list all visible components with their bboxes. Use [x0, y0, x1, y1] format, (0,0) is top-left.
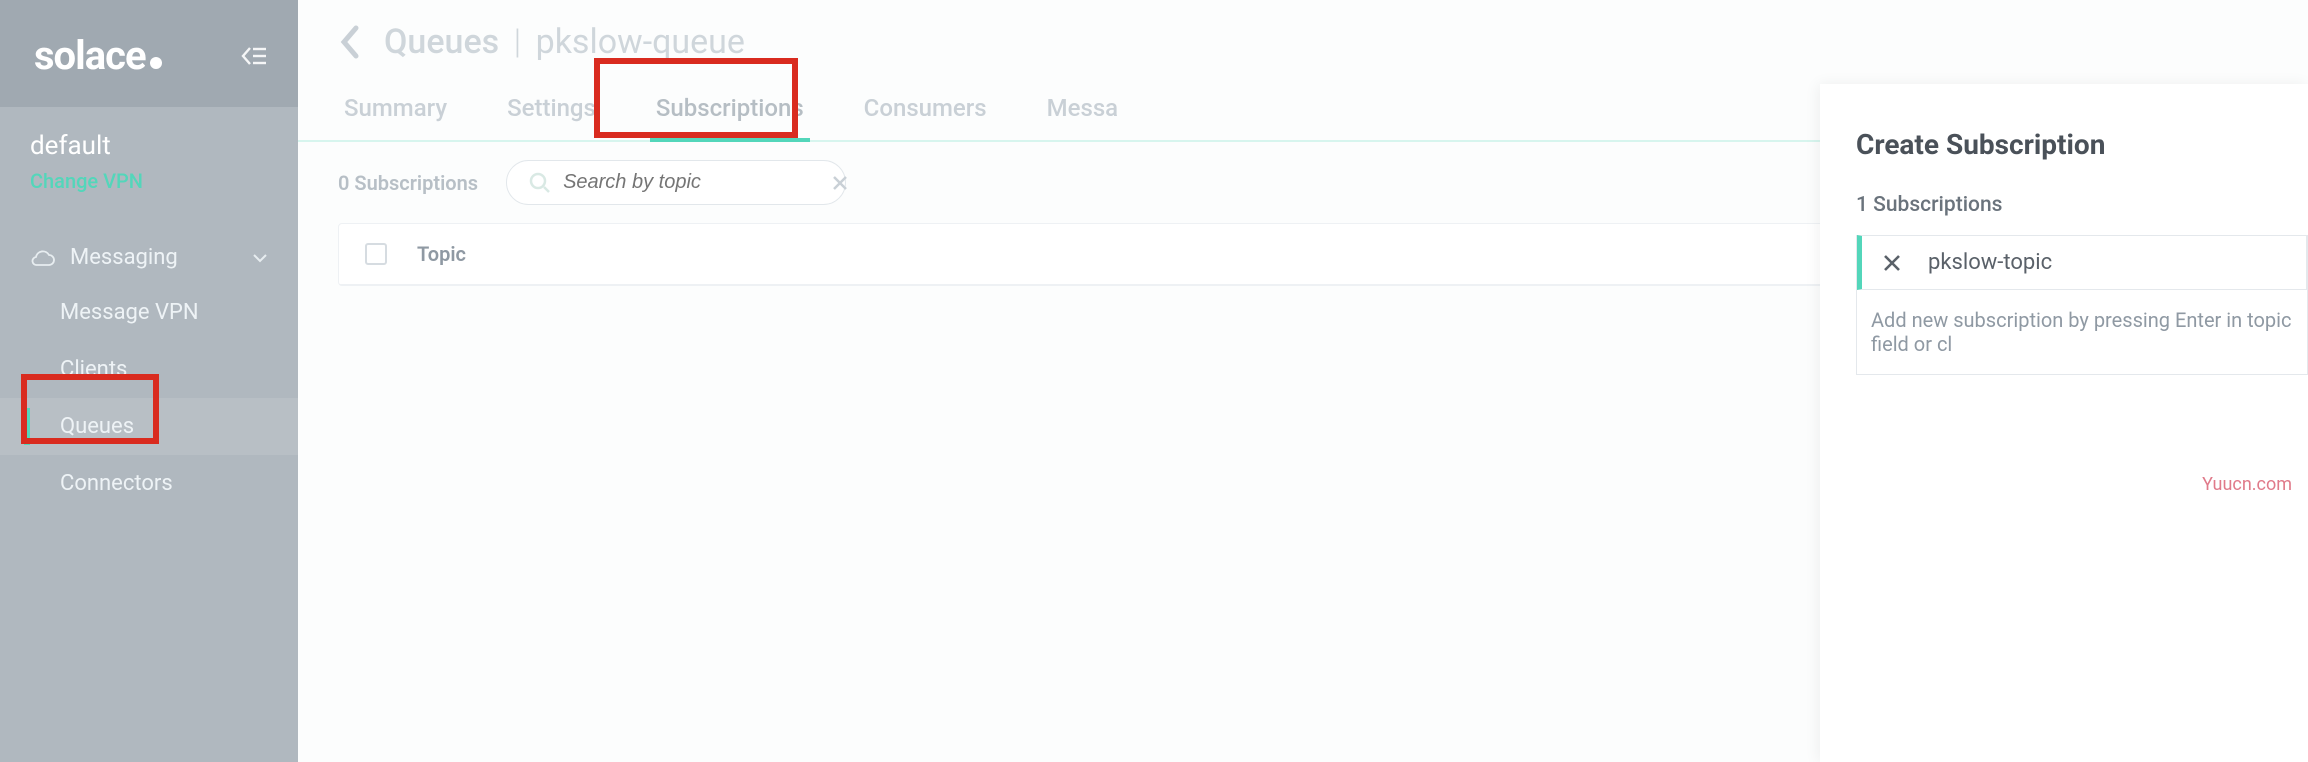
sidebar-item-label: Clients	[60, 357, 127, 382]
sidebar-item-label: Message VPN	[60, 300, 199, 325]
back-button[interactable]	[338, 24, 362, 60]
subscription-chip: pkslow-topic	[1857, 235, 2307, 290]
tab-consumers[interactable]: Consumers	[858, 80, 993, 140]
brand-dot-icon	[150, 57, 162, 69]
nav-section: Messaging Message VPN Clients Queues Con…	[0, 213, 298, 512]
select-all-checkbox[interactable]	[365, 243, 387, 265]
search-icon	[529, 172, 551, 194]
main-header: Queues | pkslow-queue	[298, 0, 2308, 80]
breadcrumb: Queues | pkslow-queue	[384, 22, 745, 62]
close-icon	[1882, 253, 1902, 273]
nav-parent-label: Messaging	[70, 245, 178, 270]
close-icon	[831, 174, 849, 192]
chevron-down-icon	[252, 253, 268, 263]
watermark: Yuucn.com	[2202, 474, 2292, 495]
sidebar: solace default Change VPN Messaging Mess	[0, 0, 298, 762]
search-wrap	[506, 160, 846, 205]
tab-subscriptions[interactable]: Subscriptions	[650, 80, 810, 140]
chevron-left-icon	[338, 24, 362, 60]
sidebar-header: solace	[0, 0, 298, 107]
subscription-topic-label: pkslow-topic	[1928, 250, 2052, 275]
sidebar-item-label: Queues	[60, 414, 134, 439]
sidebar-item-clients[interactable]: Clients	[0, 341, 298, 398]
collapse-sidebar-button[interactable]	[240, 45, 268, 67]
collapse-icon	[240, 45, 268, 67]
nav-parent-messaging[interactable]: Messaging	[0, 231, 298, 284]
brand-logo: solace	[34, 32, 162, 79]
tab-summary[interactable]: Summary	[338, 80, 453, 140]
breadcrumb-parent[interactable]: Queues	[384, 22, 499, 62]
change-vpn-link[interactable]: Change VPN	[30, 169, 268, 193]
breadcrumb-current: pkslow-queue	[536, 22, 745, 62]
brand-name: solace	[34, 32, 146, 79]
sidebar-item-message-vpn[interactable]: Message VPN	[0, 284, 298, 341]
panel-title: Create Subscription	[1856, 128, 2308, 161]
search-input[interactable]	[563, 171, 831, 194]
column-header-topic[interactable]: Topic	[417, 242, 466, 266]
vpn-block: default Change VPN	[0, 107, 298, 213]
panel-subscription-count: 1 Subscriptions	[1856, 193, 2308, 217]
vpn-name: default	[30, 131, 268, 161]
sidebar-item-label: Connectors	[60, 471, 173, 496]
subscription-count: 0 Subscriptions	[338, 171, 478, 195]
subscription-list: pkslow-topic Add new subscription by pre…	[1856, 235, 2308, 375]
tab-messages[interactable]: Messa	[1041, 80, 1124, 140]
tab-settings[interactable]: Settings	[501, 80, 602, 140]
breadcrumb-separator: |	[514, 22, 522, 62]
sidebar-item-queues[interactable]: Queues	[0, 398, 298, 455]
create-subscription-panel: Create Subscription 1 Subscriptions pksl…	[1820, 84, 2308, 762]
sidebar-item-connectors[interactable]: Connectors	[0, 455, 298, 512]
remove-subscription-button[interactable]	[1882, 253, 1902, 273]
clear-search-button[interactable]	[831, 174, 849, 192]
cloud-icon	[30, 249, 56, 267]
add-subscription-hint: Add new subscription by pressing Enter i…	[1857, 290, 2307, 374]
